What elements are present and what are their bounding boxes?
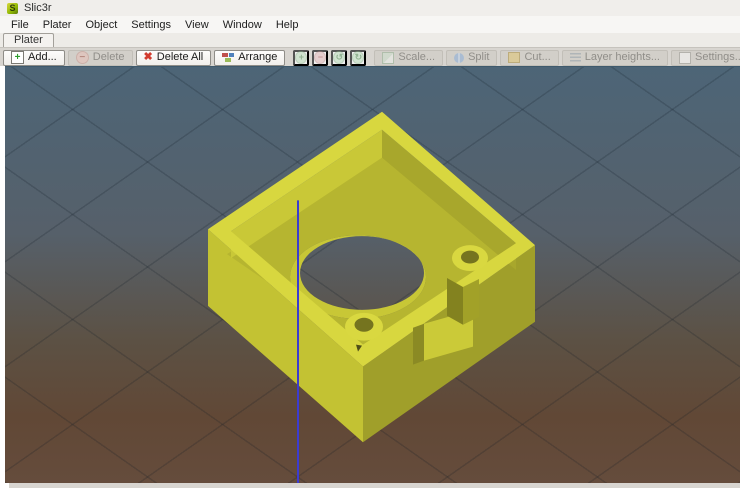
settings-button: Settings... [671, 50, 740, 66]
menu-view[interactable]: View [178, 18, 216, 32]
split-label: Split [468, 52, 489, 63]
menu-window[interactable]: Window [216, 18, 269, 32]
delete-button: − Delete [68, 50, 133, 66]
add-button[interactable]: + Add... [3, 50, 65, 66]
layer-heights-icon [570, 53, 581, 62]
menu-plater[interactable]: Plater [36, 18, 79, 32]
settings-label: Settings... [695, 52, 740, 63]
add-icon: + [11, 51, 24, 64]
slic3r-logo-icon: S [7, 3, 18, 14]
boss-hole-bottom-left [355, 318, 374, 332]
split-button: Split [446, 50, 497, 66]
arrange-icon [222, 52, 234, 63]
model-slot-right-face [463, 279, 479, 325]
menu-bar: File Plater Object Settings View Window … [0, 16, 740, 33]
menu-file[interactable]: File [4, 18, 36, 32]
model-canvas [5, 67, 740, 483]
rotate-ccw-icon: ↺ [333, 51, 345, 64]
plater-toolbar: + Add... − Delete ✖ Delete All Arrange + [0, 47, 740, 67]
slic3r-window: S Slic3r File Plater Object Settings Vie… [0, 0, 740, 488]
3d-viewport[interactable] [5, 66, 740, 483]
decrease-copies-icon: − [314, 51, 326, 64]
viewport-area [0, 66, 740, 488]
cut-label: Cut... [524, 52, 550, 63]
split-icon [454, 53, 464, 63]
add-label: Add... [28, 52, 57, 63]
rotate-cw-button: ↻ [350, 50, 366, 66]
menu-object[interactable]: Object [78, 18, 124, 32]
settings-icon [679, 52, 691, 64]
cut-button: Cut... [500, 50, 558, 66]
layer-heights-button: Layer heights... [562, 50, 668, 66]
menu-help[interactable]: Help [269, 18, 306, 32]
cut-icon [508, 52, 520, 63]
resize-corner [0, 483, 9, 488]
decrease-copies-button: − [312, 50, 328, 66]
boss-hole-top-right [461, 251, 479, 264]
delete-all-icon: ✖ [144, 52, 153, 63]
layer-heights-label: Layer heights... [585, 52, 660, 63]
tab-plater[interactable]: Plater [3, 33, 54, 47]
increase-copies-icon: + [295, 51, 307, 64]
scale-button: Scale... [374, 50, 443, 66]
arrange-label: Arrange [238, 52, 277, 63]
increase-copies-button: + [293, 50, 309, 66]
arrange-button[interactable]: Arrange [214, 50, 285, 66]
rotate-cw-icon: ↻ [352, 51, 364, 64]
delete-icon: − [76, 51, 89, 64]
delete-label: Delete [93, 52, 125, 63]
menu-settings[interactable]: Settings [124, 18, 178, 32]
scale-icon [382, 52, 394, 64]
scale-label: Scale... [398, 52, 435, 63]
model-notch-face [413, 324, 424, 365]
window-title: Slic3r [24, 2, 52, 14]
title-bar: S Slic3r [0, 0, 740, 16]
delete-all-button[interactable]: ✖ Delete All [136, 50, 212, 66]
stl-model[interactable] [208, 112, 535, 442]
delete-all-label: Delete All [157, 52, 203, 63]
bottom-strip [0, 483, 740, 488]
rotate-ccw-button: ↺ [331, 50, 347, 66]
tab-bar: Plater [0, 33, 740, 47]
